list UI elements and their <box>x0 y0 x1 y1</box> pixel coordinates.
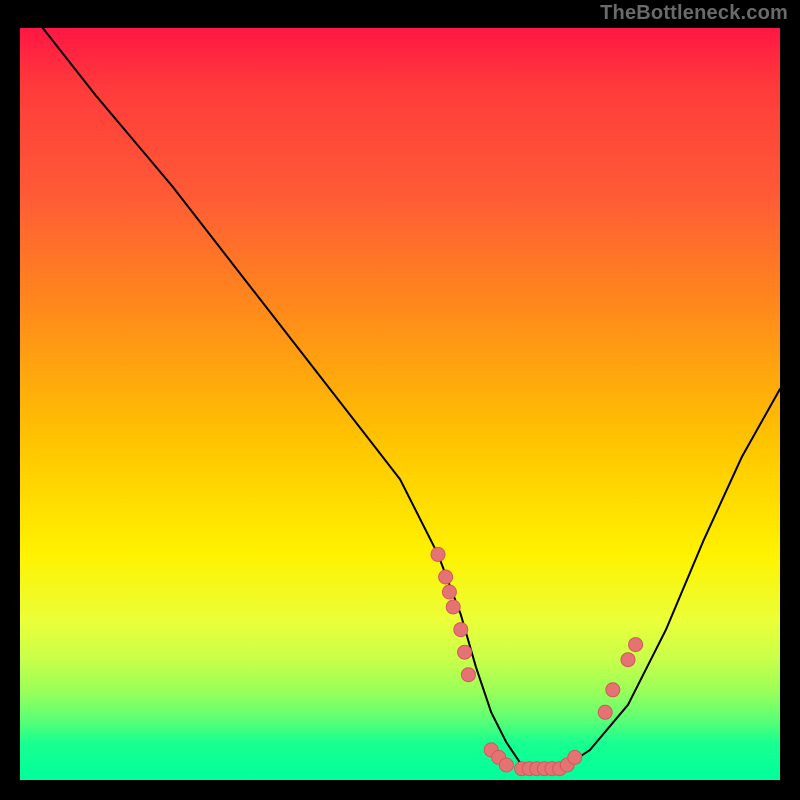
data-point <box>461 668 475 682</box>
plot-area <box>20 28 780 780</box>
data-point <box>442 585 456 599</box>
data-point <box>439 570 453 584</box>
watermark-text: TheBottleneck.com <box>600 2 788 25</box>
bottleneck-curve <box>43 28 780 773</box>
chart-frame: TheBottleneck.com <box>0 0 800 800</box>
plot-svg <box>20 28 780 780</box>
data-point <box>621 653 635 667</box>
data-point <box>499 758 513 772</box>
data-point <box>446 600 460 614</box>
data-point <box>606 683 620 697</box>
data-point <box>568 750 582 764</box>
data-point <box>629 638 643 652</box>
data-points <box>431 547 643 775</box>
data-point <box>431 547 445 561</box>
data-point <box>458 645 472 659</box>
data-point <box>598 705 612 719</box>
data-point <box>454 623 468 637</box>
